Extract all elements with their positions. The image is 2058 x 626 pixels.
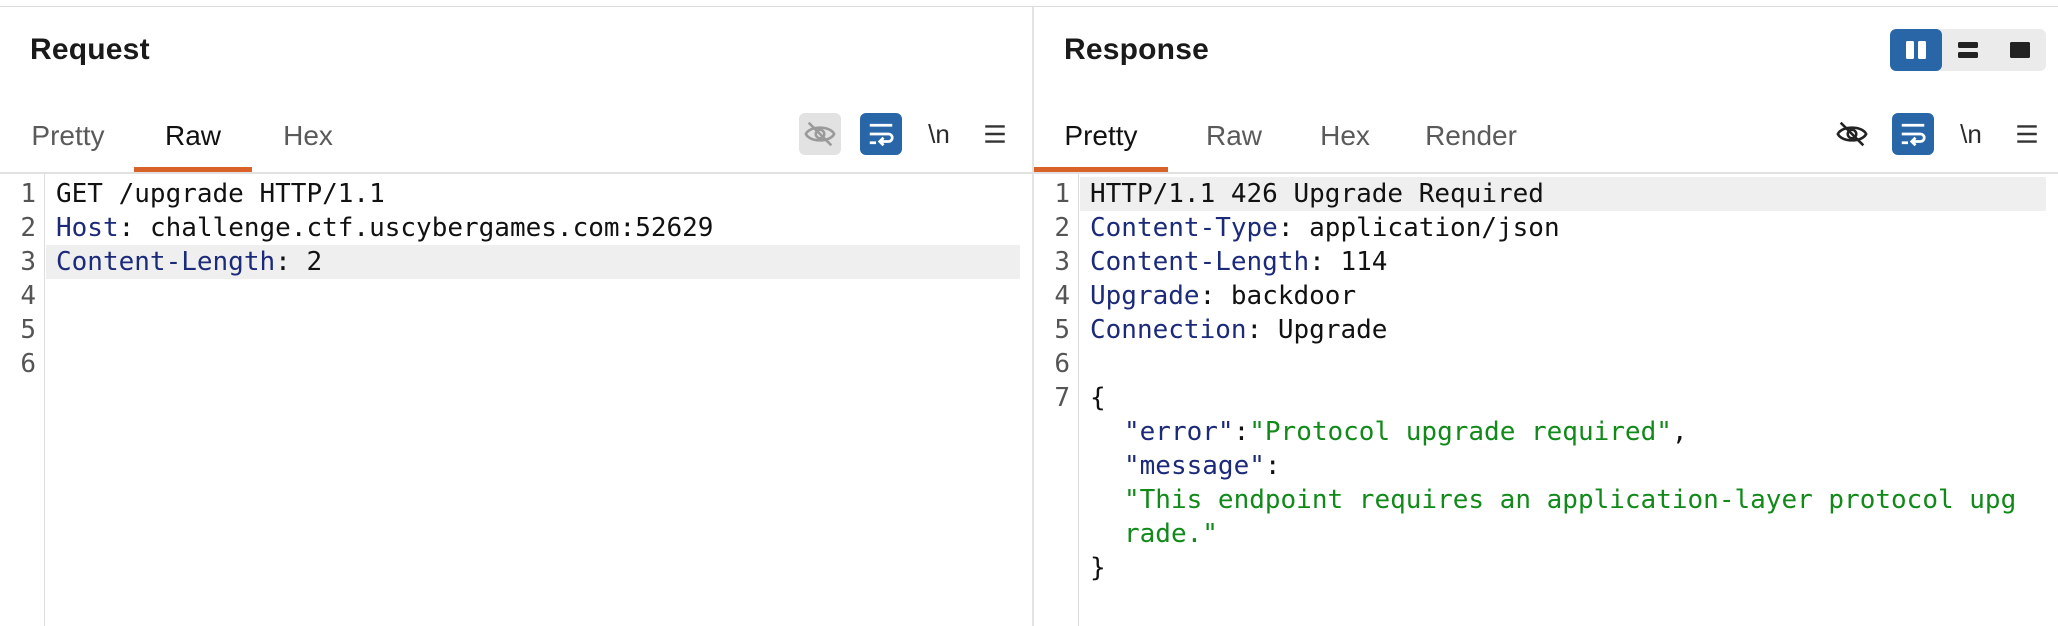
line-number: 1 — [1054, 179, 1070, 209]
response-tab-pretty[interactable]: Pretty — [1034, 102, 1168, 172]
line-number: 5 — [20, 315, 36, 345]
json-string: "Protocol upgrade required" — [1249, 417, 1672, 447]
line-number: 3 — [20, 247, 36, 277]
split-vertical-icon — [1906, 41, 1926, 59]
request-line: GET /upgrade HTTP/1.1 — [56, 177, 1020, 211]
header-name: Content-Type — [1090, 213, 1278, 243]
json-string-line: rade." — [1124, 519, 1218, 549]
request-line-highlighted: Content-Length: 2 — [46, 245, 1020, 279]
json-line: "message": — [1124, 449, 2046, 483]
response-line: { — [1090, 381, 2046, 415]
status-line: HTTP/1.1 426 Upgrade Required — [1090, 179, 1544, 209]
header-value: backdoor — [1230, 281, 1357, 311]
request-hide-toggle[interactable] — [799, 113, 841, 155]
line-number: 4 — [20, 281, 36, 311]
json-colon: : — [1233, 417, 1250, 447]
line-number: 5 — [1054, 315, 1070, 345]
header-name: Host — [56, 213, 119, 243]
json-open-brace: { — [1090, 383, 1106, 413]
hamburger-menu-icon — [2017, 125, 2037, 143]
header-sep: : — [1277, 213, 1310, 243]
request-wrap-toggle[interactable] — [860, 113, 902, 155]
header-sep: : — [1246, 315, 1278, 345]
response-hide-toggle[interactable] — [1831, 113, 1873, 155]
response-newline-toggle[interactable]: \n — [1950, 113, 1992, 155]
header-name: Content-Length — [1090, 247, 1310, 277]
wrap-lines-icon — [1901, 123, 1926, 147]
request-tab-hex[interactable]: Hex — [274, 102, 342, 170]
layout-single-pane[interactable] — [1994, 29, 2046, 71]
header-value: 2 — [306, 247, 323, 277]
response-title: Response — [1064, 33, 1209, 66]
json-line: "error":"Protocol upgrade required", — [1124, 415, 2046, 449]
json-close-brace: } — [1090, 553, 1106, 583]
header-sep: : — [1309, 247, 1341, 277]
header-value: application/json — [1309, 213, 1560, 243]
top-divider — [0, 0, 2058, 7]
response-line: Connection: Upgrade — [1090, 313, 2046, 347]
eye-slash-icon — [1836, 121, 1868, 147]
newline-icon: \n — [1960, 118, 1982, 149]
line-number: 6 — [1054, 349, 1070, 379]
header-value: Upgrade — [1277, 315, 1388, 345]
layout-split-horizontal[interactable] — [1942, 29, 1994, 71]
response-pane: Response Pretty Raw Hex Render \n 1 2 3 … — [1034, 7, 2058, 626]
response-editor[interactable]: 1 2 3 4 5 6 7 HTTP/1.1 426 Upgrade Requi… — [1034, 174, 2058, 626]
request-editor[interactable]: 1 2 3 4 5 6 GET /upgrade HTTP/1.1 Host: … — [0, 174, 1032, 626]
header-name: Content-Length — [56, 247, 276, 277]
line-number: 1 — [20, 179, 36, 209]
single-pane-icon — [2010, 42, 2030, 58]
response-tab-raw[interactable]: Raw — [1196, 102, 1272, 170]
response-line: Upgrade: backdoor — [1090, 279, 2046, 313]
json-comma: , — [1671, 417, 1688, 447]
response-menu-button[interactable] — [2006, 113, 2048, 155]
line-number: 2 — [1054, 213, 1070, 243]
request-line: Host: challenge.ctf.uscybergames.com:526… — [56, 211, 1020, 245]
response-line: Content-Length: 114 — [1090, 245, 2046, 279]
request-newline-toggle[interactable]: \n — [918, 113, 960, 155]
json-string-line: "This endpoint requires an application-l… — [1124, 485, 2017, 515]
wrap-lines-icon — [869, 123, 894, 147]
line-number: 7 — [1054, 383, 1070, 413]
request-tab-raw[interactable]: Raw — [134, 102, 252, 172]
header-sep: : — [275, 247, 307, 277]
header-sep: : — [1199, 281, 1231, 311]
response-tab-hex[interactable]: Hex — [1312, 102, 1378, 170]
header-value: challenge.ctf.uscybergames.com:52629 — [149, 213, 714, 243]
response-wrap-toggle[interactable] — [1892, 113, 1934, 155]
header-name: Connection — [1090, 315, 1247, 345]
request-title: Request — [30, 33, 150, 66]
response-line-highlighted: HTTP/1.1 426 Upgrade Required — [1080, 177, 2046, 211]
request-menu-button[interactable] — [974, 113, 1016, 155]
layout-split-vertical[interactable] — [1890, 29, 1942, 71]
hamburger-menu-icon — [985, 125, 1005, 143]
eye-slash-icon — [804, 121, 836, 147]
header-value: 114 — [1340, 247, 1388, 277]
json-key: "error" — [1124, 417, 1234, 447]
line-number: 3 — [1054, 247, 1070, 277]
response-tabbar: Pretty Raw Hex Render \n — [1034, 102, 2058, 174]
json-colon: : — [1264, 451, 1281, 481]
line-number: 6 — [20, 349, 36, 379]
layout-switcher — [1890, 29, 2046, 71]
response-tab-render[interactable]: Render — [1420, 102, 1522, 170]
header-name: Upgrade — [1090, 281, 1200, 311]
request-tab-pretty[interactable]: Pretty — [24, 102, 112, 170]
line-number: 4 — [1054, 281, 1070, 311]
json-key: "message" — [1124, 451, 1265, 481]
request-tabbar: Pretty Raw Hex \n — [0, 102, 1032, 174]
request-pane: Request Pretty Raw Hex \n 1 2 3 4 5 6 GE… — [0, 7, 1034, 626]
header-sep: : — [118, 213, 150, 243]
line-number: 2 — [20, 213, 36, 243]
newline-icon: \n — [928, 118, 950, 149]
response-line: Content-Type: application/json — [1090, 211, 2046, 245]
split-horizontal-icon — [1958, 42, 1978, 58]
request-line-text: GET /upgrade HTTP/1.1 — [56, 179, 385, 209]
